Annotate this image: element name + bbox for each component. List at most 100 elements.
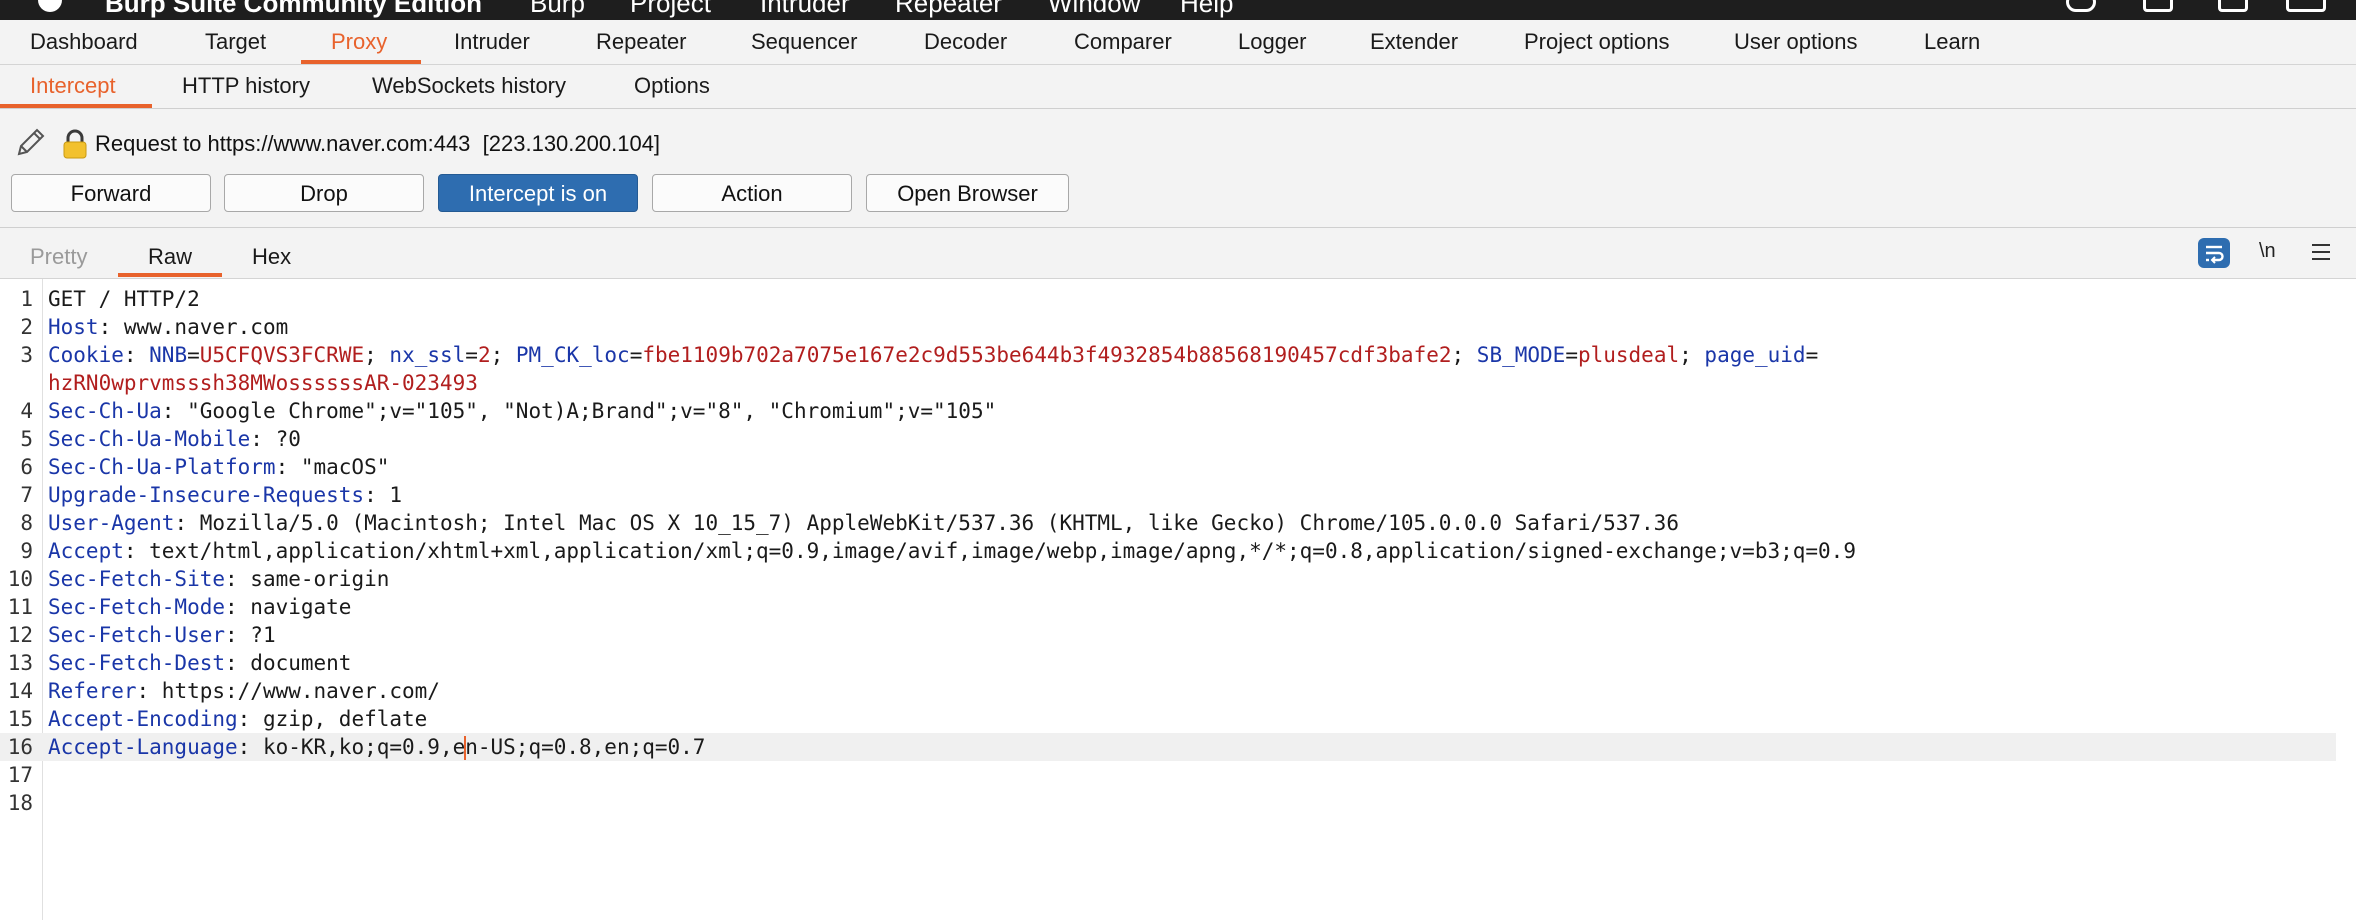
tab-project-options[interactable]: Project options <box>1524 20 1670 64</box>
editor-tab-raw[interactable]: Raw <box>148 228 192 278</box>
plain-text: : ko-KR,ko;q=0.9,e <box>237 735 466 759</box>
tab-intruder[interactable]: Intruder <box>454 20 530 64</box>
menubar-item-help[interactable]: Help <box>1180 0 1233 16</box>
tab-dashboard[interactable]: Dashboard <box>30 20 138 64</box>
menubar-item-window[interactable]: Window <box>1048 0 1140 16</box>
pencil-edit-icon[interactable] <box>14 125 48 159</box>
tab-target[interactable]: Target <box>205 20 266 64</box>
editor-line[interactable]: 3 Cookie: NNB=U5CFQVS3FCRWE; nx_ssl=2; PM… <box>0 341 2356 369</box>
header-name: Cookie <box>48 343 124 367</box>
header-name: nx_ssl <box>389 343 466 367</box>
editor-line[interactable]: 12 Sec-Fetch-User: ?1 <box>0 621 2356 649</box>
menubar-item-intruder[interactable]: Intruder <box>760 0 850 16</box>
window-status-icon[interactable] <box>2143 0 2173 12</box>
line-text: GET / HTTP/2 <box>48 285 200 313</box>
line-number: 12 <box>7 623 33 647</box>
editor-line[interactable]: 18 <box>0 789 2356 817</box>
plain-text: : ?1 <box>225 623 276 647</box>
param-value: hzRN0wprvmsssh38MWossssssAR-023493 <box>48 371 478 395</box>
editor-line[interactable]: 4 Sec-Ch-Ua: "Google Chrome";v="105", "No… <box>0 397 2356 425</box>
line-number: 7 <box>20 483 33 507</box>
line-text: Sec-Ch-Ua-Mobile: ?0 <box>48 425 301 453</box>
plain-text: : document <box>225 651 352 675</box>
line-text: User-Agent: Mozilla/5.0 (Macintosh; Inte… <box>48 509 1679 537</box>
header-name: Sec-Ch-Ua-Mobile <box>48 427 251 451</box>
subtab-intercept[interactable]: Intercept <box>30 65 116 108</box>
newline-toggle[interactable]: \n <box>2259 240 2276 263</box>
tab-learn[interactable]: Learn <box>1924 20 1980 64</box>
editor-line[interactable]: hzRN0wprvmsssh38MWossssssAR-023493 <box>0 369 2356 397</box>
active-subtab-indicator <box>0 104 152 108</box>
request-text[interactable]: 1 GET / HTTP/2 2 Host: www.naver.com 3 Cookie… <box>0 285 2356 817</box>
param-value: plusdeal <box>1577 343 1680 367</box>
plain-text: : <box>123 343 150 367</box>
editor-line[interactable]: 5 Sec-Ch-Ua-Mobile: ?0 <box>0 425 2356 453</box>
menubar-item-project[interactable]: Project <box>630 0 711 16</box>
line-text: Sec-Ch-Ua-Platform: "macOS" <box>48 453 389 481</box>
request-url-label: Request to https://www.naver.com:443 <box>95 131 471 156</box>
line-number: 10 <box>7 567 33 591</box>
hamburger-menu-icon[interactable] <box>2311 243 2331 261</box>
clipboard-status-icon[interactable] <box>2218 0 2248 12</box>
menubar-item-repeater[interactable]: Repeater <box>895 0 1002 16</box>
menubar-app-name[interactable]: Burp Suite Community Edition <box>105 0 482 16</box>
editor-tab-hex[interactable]: Hex <box>252 228 291 278</box>
plain-text: ; <box>1451 343 1477 367</box>
line-number: 15 <box>7 707 33 731</box>
tab-comparer[interactable]: Comparer <box>1074 20 1172 64</box>
subtab-http-history[interactable]: HTTP history <box>182 65 310 108</box>
header-name: PM_CK_loc <box>515 343 630 367</box>
editor-line[interactable]: 15 Accept-Encoding: gzip, deflate <box>0 705 2356 733</box>
plain-text: : text/html,application/xhtml+xml,applic… <box>123 539 1856 563</box>
open-browser-button[interactable]: Open Browser <box>866 174 1069 212</box>
header-name: Sec-Ch-Ua-Platform <box>48 455 276 479</box>
macos-menubar: Burp Suite Community Edition Burp Projec… <box>0 0 2356 20</box>
menubar-item-burp[interactable]: Burp <box>530 0 585 16</box>
editor-line[interactable]: 17 <box>0 761 2356 789</box>
editor-line[interactable]: 1 GET / HTTP/2 <box>0 285 2356 313</box>
header-name: Sec-Fetch-Dest <box>48 651 226 675</box>
editor-line[interactable]: 8 User-Agent: Mozilla/5.0 (Macintosh; Int… <box>0 509 2356 537</box>
forward-button[interactable]: Forward <box>11 174 211 212</box>
subtab-options[interactable]: Options <box>634 65 710 108</box>
line-text: Accept: text/html,application/xhtml+xml,… <box>48 537 1856 565</box>
header-name: User-Agent <box>48 511 175 535</box>
action-button[interactable]: Action <box>652 174 852 212</box>
editor-line[interactable]: 7 Upgrade-Insecure-Requests: 1 <box>0 481 2356 509</box>
raw-message-editor[interactable]: 1 GET / HTTP/2 2 Host: www.naver.com 3 Cookie… <box>0 279 2356 920</box>
header-name: page_uid <box>1704 343 1806 367</box>
chat-status-icon[interactable] <box>2066 0 2096 12</box>
header-name: Accept <box>48 539 124 563</box>
editor-line[interactable]: 16 Accept-Language: ko-KR,ko;q=0.9,en-US;… <box>0 733 2336 761</box>
plain-text: ; <box>1679 343 1705 367</box>
active-tab-indicator <box>301 60 421 64</box>
tab-logger[interactable]: Logger <box>1238 20 1307 64</box>
line-number: 4 <box>20 399 33 423</box>
editor-line[interactable]: 11 Sec-Fetch-Mode: navigate <box>0 593 2356 621</box>
intercept-toggle-button[interactable]: Intercept is on <box>438 174 638 212</box>
editor-tab-pretty[interactable]: Pretty <box>30 228 87 278</box>
tab-user-options[interactable]: User options <box>1734 20 1858 64</box>
line-text: Sec-Ch-Ua: "Google Chrome";v="105", "Not… <box>48 397 996 425</box>
editor-line[interactable]: 2 Host: www.naver.com <box>0 313 2356 341</box>
header-name: Accept-Encoding <box>48 707 238 731</box>
tab-decoder[interactable]: Decoder <box>924 20 1007 64</box>
editor-line[interactable]: 6 Sec-Ch-Ua-Platform: "macOS" <box>0 453 2356 481</box>
drop-button[interactable]: Drop <box>224 174 424 212</box>
request-ip-label: [223.130.200.104] <box>482 131 661 156</box>
tab-sequencer[interactable]: Sequencer <box>751 20 857 64</box>
editor-line[interactable]: 14 Referer: https://www.naver.com/ <box>0 677 2356 705</box>
editor-line[interactable]: 9 Accept: text/html,application/xhtml+xml… <box>0 537 2356 565</box>
header-name: Referer <box>48 679 137 703</box>
tab-repeater[interactable]: Repeater <box>596 20 687 64</box>
editor-line[interactable]: 10 Sec-Fetch-Site: same-origin <box>0 565 2356 593</box>
line-number: 14 <box>7 679 33 703</box>
tab-extender[interactable]: Extender <box>1370 20 1458 64</box>
editor-line[interactable]: 13 Sec-Fetch-Dest: document <box>0 649 2356 677</box>
tab-proxy[interactable]: Proxy <box>331 20 387 64</box>
battery-status-icon[interactable] <box>2286 0 2326 12</box>
word-wrap-toggle-icon[interactable] <box>2198 238 2230 268</box>
line-text: Referer: https://www.naver.com/ <box>48 677 440 705</box>
apple-logo-icon[interactable] <box>38 0 62 12</box>
subtab-websockets-history[interactable]: WebSockets history <box>372 65 566 108</box>
